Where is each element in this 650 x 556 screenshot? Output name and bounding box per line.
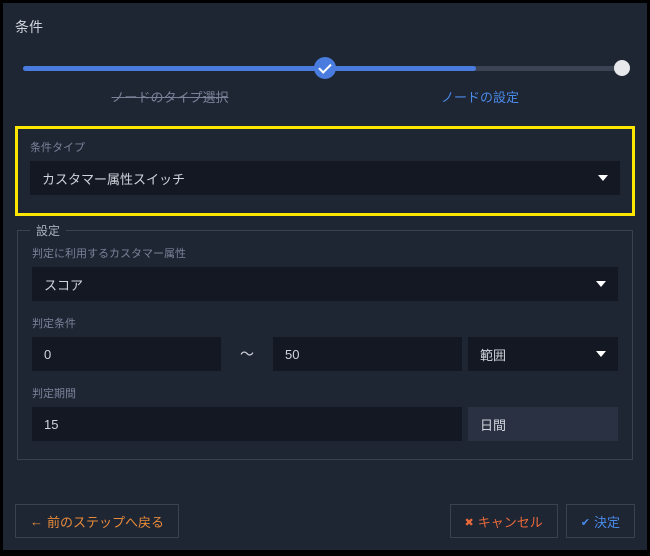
dialog-panel: 条件 ノードのタイプ選択 ノードの設定 条件タイプ カスタマー属性スイッチ 設定…: [3, 3, 647, 550]
settings-legend: 設定: [30, 222, 66, 239]
confirm-button-label: 決定: [594, 512, 620, 531]
progress-fill: [23, 66, 476, 71]
progress-bar: [23, 59, 627, 77]
chevron-down-icon: [598, 175, 608, 181]
back-button-label: 前のステップへ戻る: [47, 512, 164, 531]
condition-type-highlight: 条件タイプ カスタマー属性スイッチ: [15, 126, 635, 216]
period-value: 15: [44, 417, 58, 432]
chevron-down-icon: [596, 281, 606, 287]
back-button[interactable]: 前のステップへ戻る: [15, 504, 179, 538]
step-label-active[interactable]: ノードの設定: [325, 87, 635, 106]
period-unit-label: 日間: [480, 415, 506, 434]
condition-mode-value: 範囲: [480, 345, 506, 364]
attribute-value: スコア: [44, 275, 83, 294]
cancel-button-label: キャンセル: [478, 512, 543, 531]
attribute-field: 判定に利用するカスタマー属性 スコア: [32, 245, 618, 301]
close-icon: [465, 514, 474, 529]
condition-type-select[interactable]: カスタマー属性スイッチ: [30, 161, 620, 195]
condition-from-input[interactable]: 0: [32, 337, 221, 371]
period-value-input[interactable]: 15: [32, 407, 462, 441]
range-separator: 〜: [227, 344, 267, 364]
condition-type-value: カスタマー属性スイッチ: [42, 169, 185, 188]
condition-to-value: 50: [285, 347, 299, 362]
condition-from-value: 0: [44, 347, 51, 362]
condition-to-input[interactable]: 50: [273, 337, 462, 371]
dialog-footer: 前のステップへ戻る キャンセル 決定: [15, 504, 635, 538]
step-current-icon: [614, 60, 630, 76]
step-complete-icon: [314, 57, 336, 79]
condition-label: 判定条件: [32, 315, 618, 331]
step-label-done: ノードのタイプ選択: [15, 87, 325, 106]
period-unit: 日間: [468, 407, 618, 441]
settings-fieldset: 設定 判定に利用するカスタマー属性 スコア 判定条件 0 〜 50 範囲: [17, 230, 633, 460]
condition-type-label: 条件タイプ: [30, 139, 620, 155]
cancel-button[interactable]: キャンセル: [450, 504, 558, 538]
condition-mode-select[interactable]: 範囲: [468, 337, 618, 371]
chevron-down-icon: [596, 351, 606, 357]
period-label: 判定期間: [32, 385, 618, 401]
period-field: 判定期間 15 日間: [32, 385, 618, 441]
arrow-left-icon: [30, 514, 43, 529]
confirm-button[interactable]: 決定: [566, 504, 635, 538]
dialog-title: 条件: [15, 17, 635, 37]
attribute-select[interactable]: スコア: [32, 267, 618, 301]
condition-field: 判定条件 0 〜 50 範囲: [32, 315, 618, 371]
attribute-label: 判定に利用するカスタマー属性: [32, 245, 618, 261]
step-labels: ノードのタイプ選択 ノードの設定: [15, 87, 635, 106]
check-icon: [581, 514, 590, 529]
